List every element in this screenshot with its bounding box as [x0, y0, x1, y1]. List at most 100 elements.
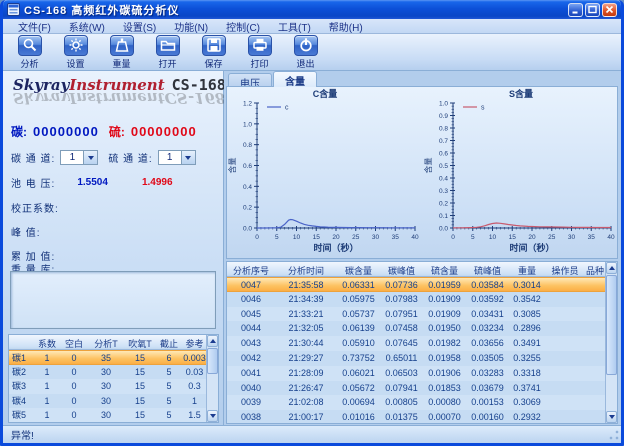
- toolbar-button-2[interactable]: 重量: [103, 35, 140, 70]
- column-header[interactable]: 碳含量: [337, 262, 380, 276]
- table-cell: 0.00160: [466, 410, 509, 424]
- table-row[interactable]: 004321:30:440.059100.076450.019820.03656…: [227, 336, 617, 351]
- table-row[interactable]: 004421:32:050.061390.074580.019500.03234…: [227, 321, 617, 336]
- carbon-channel-select[interactable]: 1: [60, 150, 98, 165]
- settings-table-scrollbar[interactable]: [206, 335, 218, 422]
- svg-text:0.8: 0.8: [243, 142, 252, 149]
- table-row[interactable]: 碳510301551.5: [9, 408, 218, 423]
- table-row[interactable]: 004121:28:090.060210.065030.019060.03283…: [227, 366, 617, 381]
- menu-item-3[interactable]: 功能(N): [165, 19, 217, 34]
- table-cell: 0: [59, 379, 89, 394]
- carbon-voltage-value: 1.5504: [77, 177, 108, 188]
- table-row[interactable]: 004721:35:580.063310.077360.019590.03584…: [227, 277, 617, 292]
- scrollbar-thumb[interactable]: [606, 275, 617, 375]
- weight-lib-listbox[interactable]: [10, 271, 216, 329]
- tab-voltage[interactable]: 电压: [228, 73, 272, 87]
- svg-text:含量: 含量: [423, 158, 433, 174]
- table-cell: 0.06503: [380, 366, 423, 381]
- column-header[interactable]: 品种: [585, 262, 605, 276]
- toolbar-button-3[interactable]: 打开: [149, 35, 186, 70]
- table-row[interactable]: 004621:34:390.059750.079830.019090.03592…: [227, 292, 617, 307]
- table-row[interactable]: 碳310301550.3: [9, 379, 218, 394]
- svg-text:20: 20: [332, 234, 340, 241]
- carbon-channel-dropdown-button[interactable]: [84, 150, 98, 165]
- table-cell: 0.03592: [466, 292, 509, 307]
- sulfur-channel-select[interactable]: 1: [158, 150, 196, 165]
- table-cell: [545, 351, 585, 366]
- results-table-scrollbar[interactable]: [605, 262, 617, 423]
- menu-item-6[interactable]: 帮助(H): [320, 19, 372, 34]
- table-row[interactable]: 003921:02:080.006940.008050.000800.00153…: [227, 395, 617, 410]
- toolbar: 分析设置重量打开保存打印退出: [3, 34, 621, 71]
- column-header[interactable]: 分析时间: [275, 262, 337, 276]
- menu-item-4[interactable]: 控制(C): [217, 19, 269, 34]
- column-header[interactable]: [9, 335, 35, 349]
- window-title: CS-168 高频红外碳硫分析仪: [24, 2, 568, 18]
- table-cell: 15: [123, 379, 157, 394]
- maximize-button[interactable]: [585, 3, 600, 17]
- table-cell: 1: [181, 394, 208, 409]
- table-cell: 0.01958: [423, 351, 466, 366]
- table-cell: 30: [89, 365, 123, 380]
- table-row[interactable]: 碳210301550.03: [9, 365, 218, 380]
- sulfur-readout-label: 硫:: [109, 123, 125, 140]
- column-header[interactable]: 重量: [509, 262, 545, 276]
- table-cell: 0.07645: [380, 336, 423, 351]
- menu-item-0[interactable]: 文件(F): [9, 19, 60, 34]
- table-row[interactable]: 004221:29:270.737520.650110.019580.03505…: [227, 351, 617, 366]
- svg-text:0.0: 0.0: [243, 226, 252, 233]
- toolbar-button-0[interactable]: 分析: [11, 35, 48, 70]
- carbon-readout-value: 00000000: [33, 124, 99, 139]
- table-cell: 0045: [227, 307, 275, 322]
- scroll-down-button[interactable]: [606, 411, 617, 423]
- table-cell: 0.03656: [466, 336, 509, 351]
- table-cell: [545, 410, 585, 424]
- analysis-results-table: 分析序号分析时间碳含量碳峰值硫含量硫峰值重量操作员品种 004721:35:58…: [226, 261, 618, 424]
- table-row[interactable]: 碳110351560.003: [9, 350, 218, 365]
- left-panel: SkyrayInstrumentCS-168 SkyrayInstrumentC…: [3, 71, 224, 425]
- scroll-down-button[interactable]: [207, 410, 218, 422]
- table-header-row: 分析序号分析时间碳含量碳峰值硫含量硫峰值重量操作员品种: [227, 262, 617, 277]
- table-cell: [585, 336, 605, 351]
- column-header[interactable]: 碳峰值: [380, 262, 423, 276]
- column-header[interactable]: 分析序号: [227, 262, 275, 276]
- main-area: SkyrayInstrumentCS-168 SkyrayInstrumentC…: [3, 71, 621, 425]
- table-cell: 0.07983: [380, 292, 423, 307]
- column-header[interactable]: 参考: [181, 335, 208, 349]
- table-cell: [585, 292, 605, 307]
- scrollbar-thumb[interactable]: [207, 348, 218, 374]
- table-cell: 0044: [227, 321, 275, 336]
- resize-grip-icon[interactable]: [608, 429, 620, 441]
- minimize-button[interactable]: [568, 3, 583, 17]
- column-header[interactable]: 吹氧T: [123, 335, 157, 349]
- table-cell: 0.3318: [509, 366, 545, 381]
- svg-text:15: 15: [313, 234, 321, 241]
- sulfur-channel-dropdown-button[interactable]: [182, 150, 196, 165]
- column-header[interactable]: 空白: [59, 335, 89, 349]
- column-header[interactable]: 操作员: [545, 262, 585, 276]
- table-cell: 21:00:17: [275, 410, 337, 424]
- table-cell: 0.07941: [380, 381, 423, 396]
- menu-item-5[interactable]: 工具(T): [269, 19, 320, 34]
- scroll-up-button[interactable]: [207, 335, 218, 347]
- svg-text:5: 5: [275, 234, 279, 241]
- tab-content[interactable]: 含量: [273, 71, 317, 87]
- column-header[interactable]: 硫含量: [423, 262, 466, 276]
- toolbar-button-1[interactable]: 设置: [57, 35, 94, 70]
- column-header[interactable]: 系数: [35, 335, 59, 349]
- menu-item-2[interactable]: 设置(S): [114, 19, 165, 34]
- toolbar-button-4[interactable]: 保存: [195, 35, 232, 70]
- table-row[interactable]: 003821:00:170.010160.013750.000700.00160…: [227, 410, 617, 424]
- table-cell: 15: [123, 351, 157, 364]
- column-header[interactable]: 分析T: [89, 335, 123, 349]
- column-header[interactable]: 截止: [157, 335, 181, 349]
- column-header[interactable]: 硫峰值: [466, 262, 509, 276]
- menu-item-1[interactable]: 系统(W): [60, 19, 114, 34]
- scroll-up-button[interactable]: [606, 262, 617, 274]
- toolbar-button-6[interactable]: 退出: [287, 35, 324, 70]
- table-row[interactable]: 004021:26:470.056720.079410.018530.03679…: [227, 381, 617, 396]
- table-row[interactable]: 碳410301551: [9, 394, 218, 409]
- table-row[interactable]: 004521:33:210.057370.079510.019090.03431…: [227, 307, 617, 322]
- close-button[interactable]: [602, 3, 617, 17]
- toolbar-button-5[interactable]: 打印: [241, 35, 278, 70]
